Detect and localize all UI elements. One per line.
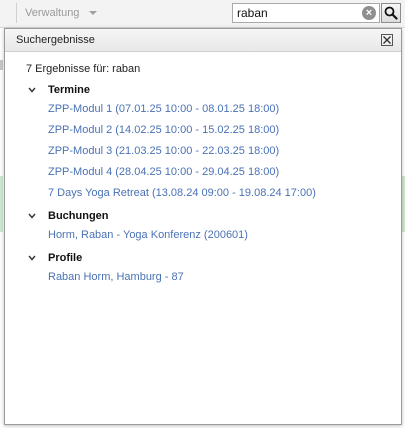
results-summary: 7 Ergebnisse für: raban	[26, 63, 140, 75]
search-input[interactable]	[233, 4, 357, 22]
menu-verwaltung-label: Verwaltung	[25, 7, 80, 19]
results-summary-prefix: 7 Ergebnisse für:	[26, 63, 110, 75]
search-icon	[384, 6, 398, 20]
result-link[interactable]: Raban Horm, Hamburg - 87	[48, 271, 184, 283]
search-button[interactable]	[381, 3, 401, 23]
result-link[interactable]: ZPP-Modul 1 (07.01.25 10:00 - 08.01.25 1…	[48, 103, 279, 115]
close-icon	[383, 36, 391, 44]
popup-header: Suchergebnisse	[5, 29, 401, 52]
chevron-down-icon	[28, 255, 36, 261]
popup-title: Suchergebnisse	[16, 34, 95, 46]
result-link[interactable]: ZPP-Modul 3 (21.03.25 10:00 - 22.03.25 1…	[48, 145, 279, 157]
search-field: ×	[232, 3, 380, 23]
group-label: Termine	[48, 84, 90, 96]
result-link[interactable]: ZPP-Modul 2 (14.02.25 10:00 - 15.02.25 1…	[48, 124, 279, 136]
background-fragment	[0, 176, 3, 232]
result-link[interactable]: ZPP-Modul 4 (28.04.25 10:00 - 29.04.25 1…	[48, 166, 279, 178]
group-header-buchungen[interactable]: Buchungen	[27, 210, 109, 222]
dropdown-arrow-icon	[89, 11, 98, 15]
group-label: Buchungen	[48, 210, 109, 222]
group-header-profile[interactable]: Profile	[27, 252, 82, 264]
clear-search-icon[interactable]: ×	[362, 6, 376, 20]
group-label: Profile	[48, 252, 83, 264]
result-link[interactable]: Horm, Raban - Yoga Konferenz (200601)	[48, 229, 248, 241]
group-header-termine[interactable]: Termine	[27, 84, 90, 96]
search-results-popup: Suchergebnisse 7 Ergebnisse für: raban Te…	[4, 28, 402, 425]
result-link[interactable]: 7 Days Yoga Retreat (13.08.24 09:00 - 19…	[48, 187, 316, 199]
chevron-down-icon	[28, 87, 36, 93]
chevron-down-icon	[28, 213, 36, 219]
background-fragment	[0, 60, 3, 70]
menu-verwaltung[interactable]: Verwaltung	[16, 3, 113, 23]
results-summary-query: raban	[112, 63, 141, 75]
close-button[interactable]	[381, 34, 393, 46]
